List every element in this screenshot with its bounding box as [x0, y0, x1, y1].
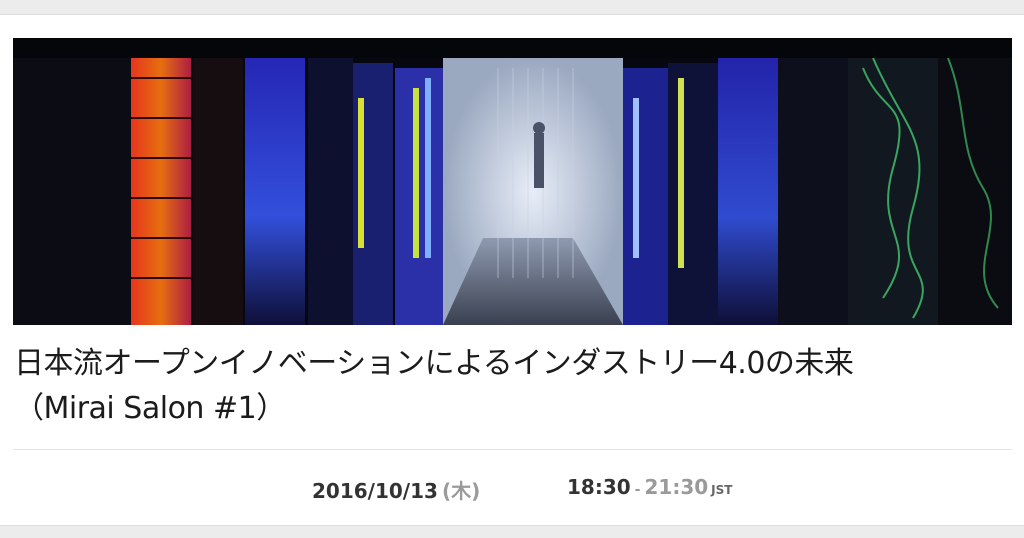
hero-image — [13, 38, 1012, 325]
event-time-group: 18:30-21:30 JST — [567, 475, 732, 499]
event-end-time: 21:30 — [644, 475, 709, 499]
event-weekday: (木) — [441, 479, 481, 503]
event-timezone: JST — [711, 483, 733, 497]
event-title-line1: 日本流オープンイノベーションによるインダストリー4.0の未来 — [14, 346, 854, 381]
divider — [13, 449, 1012, 450]
event-start-time: 18:30 — [567, 475, 631, 499]
event-date-group: 2016/10/13 (木) — [312, 475, 480, 504]
event-date: 2016/10/13 — [312, 479, 438, 503]
event-meta: 2016/10/13 (木) 18:30-21:30 JST — [0, 475, 1024, 505]
time-separator: - — [634, 482, 641, 498]
event-title[interactable]: 日本流オープンイノベーションによるインダストリー4.0の未来 （Mirai Sa… — [14, 341, 1014, 431]
event-card[interactable]: 日本流オープンイノベーションによるインダストリー4.0の未来 （Mirai Sa… — [0, 14, 1024, 526]
server-room-image — [13, 38, 1012, 325]
event-title-line2: （Mirai Salon #1） — [14, 391, 286, 426]
